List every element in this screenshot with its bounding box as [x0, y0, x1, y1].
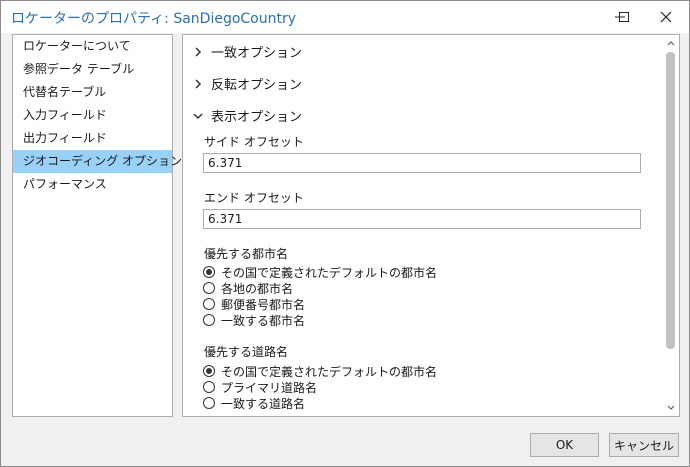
- nav-item-geocoding-options[interactable]: ジオコーディング オプション: [13, 150, 182, 173]
- nav-item-alternate-names[interactable]: 代替名テーブル: [13, 81, 172, 104]
- side-offset-label: サイド オフセット: [204, 135, 304, 149]
- side-offset-input[interactable]: 6.371: [203, 153, 641, 173]
- nav-item-input-fields[interactable]: 入力フィールド: [13, 104, 172, 127]
- title-bar: ロケーターのプロパティ: SanDiegoCountry: [1, 1, 689, 33]
- radio-button: [203, 298, 215, 310]
- dialog-window: ロケーターのプロパティ: SanDiegoCountry ロケーターについて 参…: [0, 0, 690, 467]
- section-display-options[interactable]: 表示オプション: [191, 106, 302, 125]
- radio-city-local[interactable]: 各地の都市名: [203, 280, 293, 296]
- radio-label: 各地の都市名: [221, 281, 294, 296]
- chevron-right-icon: [191, 77, 205, 91]
- scrollbar-thumb[interactable]: [666, 52, 675, 349]
- chevron-down-icon: [191, 109, 205, 123]
- radio-button: [203, 314, 215, 326]
- radio-label: 一致する都市名: [221, 313, 306, 328]
- section-label: 表示オプション: [211, 110, 303, 125]
- end-offset-input[interactable]: 6.371: [203, 209, 641, 229]
- radio-label: その国で定義されたデフォルトの都市名: [221, 265, 438, 280]
- radio-label: 郵便番号都市名: [221, 297, 306, 312]
- radio-label: プライマリ道路名: [221, 380, 318, 395]
- radio-city-postal[interactable]: 郵便番号都市名: [203, 296, 305, 312]
- radio-button-checked: [203, 266, 215, 278]
- window-title: ロケーターのプロパティ: SanDiegoCountry: [11, 11, 297, 27]
- radio-button: [203, 282, 215, 294]
- chevron-right-icon: [191, 45, 205, 59]
- nav-item-reference-data[interactable]: 参照データ テーブル: [13, 58, 172, 81]
- nav-item-performance[interactable]: パフォーマンス: [13, 173, 172, 196]
- end-offset-label: エンド オフセット: [204, 191, 304, 205]
- scroll-down-icon[interactable]: [662, 401, 679, 415]
- nav-panel: ロケーターについて 参照データ テーブル 代替名テーブル 入力フィールド 出力フ…: [12, 34, 182, 417]
- section-match-options[interactable]: 一致オプション: [191, 42, 302, 61]
- preferred-street-label: 優先する道路名: [204, 345, 289, 359]
- scroll-up-icon[interactable]: [662, 36, 679, 50]
- section-label: 一致オプション: [211, 46, 303, 61]
- section-reverse-options[interactable]: 反転オプション: [191, 74, 302, 93]
- radio-street-default[interactable]: その国で定義されたデフォルトの都市名: [203, 363, 437, 379]
- vertical-scrollbar[interactable]: [662, 35, 679, 416]
- close-icon: [660, 11, 672, 23]
- radio-street-primary[interactable]: プライマリ道路名: [203, 379, 317, 395]
- cancel-button[interactable]: キャンセル: [609, 433, 679, 457]
- maximize-button[interactable]: [608, 1, 640, 33]
- radio-button-checked: [203, 365, 215, 377]
- close-button[interactable]: [643, 1, 689, 33]
- radio-city-matched[interactable]: 一致する都市名: [203, 312, 305, 328]
- radio-street-matched[interactable]: 一致する道路名: [203, 395, 305, 411]
- radio-label: その国で定義されたデフォルトの都市名: [221, 364, 438, 379]
- section-label: 反転オプション: [211, 78, 303, 93]
- maximize-icon: [619, 12, 629, 22]
- preferred-city-label: 優先する都市名: [204, 247, 289, 261]
- radio-label: 一致する道路名: [221, 396, 306, 411]
- radio-button: [203, 381, 215, 393]
- radio-button: [203, 397, 215, 409]
- options-panel: 一致オプション 反転オプション 表示オプション サイド オフセット 6.371 …: [182, 34, 680, 417]
- radio-city-default[interactable]: その国で定義されたデフォルトの都市名: [203, 264, 437, 280]
- ok-button[interactable]: OK: [530, 433, 599, 457]
- nav-item-output-fields[interactable]: 出力フィールド: [13, 127, 172, 150]
- nav-item-about[interactable]: ロケーターについて: [13, 35, 172, 58]
